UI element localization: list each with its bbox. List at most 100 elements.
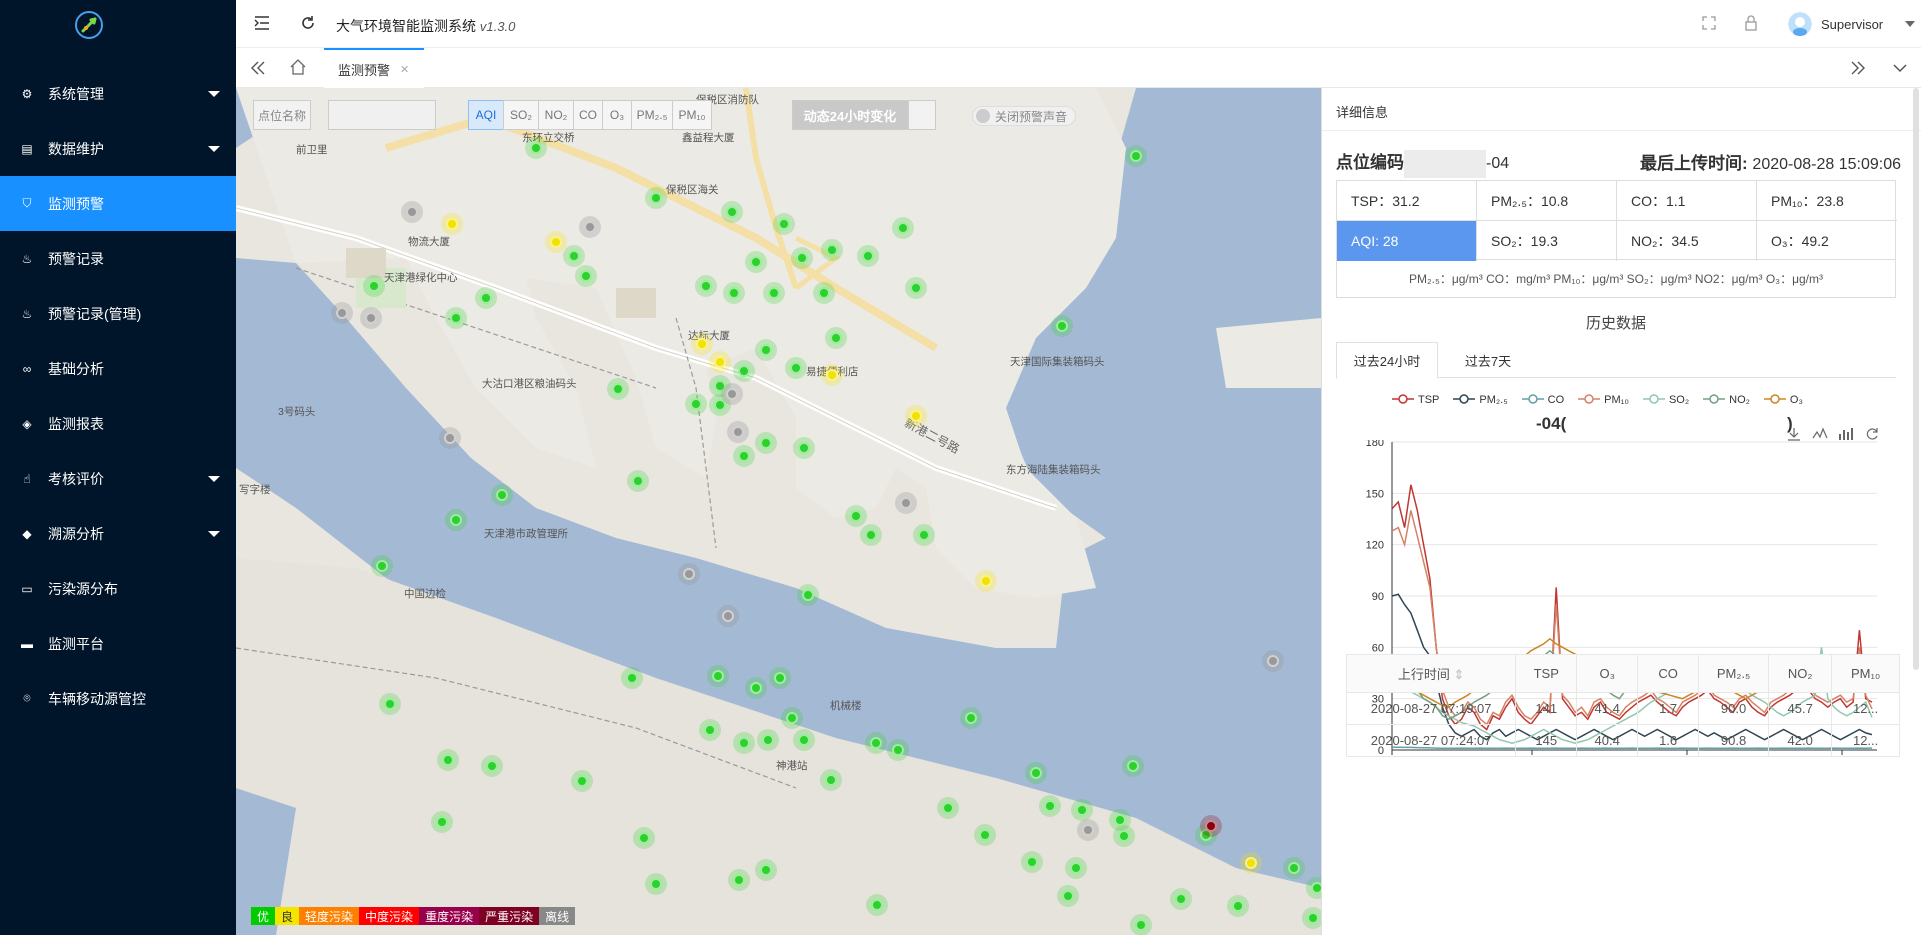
user-dropdown-icon[interactable]	[1905, 21, 1915, 27]
monitoring-site-marker[interactable]	[1306, 877, 1321, 899]
monitoring-site-marker[interactable]	[865, 732, 887, 754]
monitoring-site-marker[interactable]	[691, 333, 713, 355]
monitoring-site-marker[interactable]	[727, 421, 749, 443]
table-row[interactable]: 2020-08-27 07:24:07 145 40.4 1.6 90.8 42.0 12.…	[1345, 724, 1900, 757]
monitoring-site-marker[interactable]	[579, 216, 601, 238]
monitoring-site-marker[interactable]	[645, 873, 667, 895]
chart-legend-item[interactable]: PM₁₀	[1578, 392, 1629, 408]
monitoring-site-marker[interactable]	[1077, 819, 1099, 841]
panel-scrollbar[interactable]	[1913, 88, 1919, 670]
chart-legend-item[interactable]: NO₂	[1703, 392, 1750, 408]
site-name-input[interactable]	[328, 100, 436, 130]
monitoring-site-marker[interactable]	[895, 492, 917, 514]
monitoring-site-marker[interactable]	[563, 245, 585, 267]
pollutant-button[interactable]: NO₂	[538, 100, 574, 130]
user-name[interactable]: Supervisor	[1821, 17, 1883, 32]
monitoring-site-marker[interactable]	[1071, 799, 1093, 821]
monitoring-site-marker[interactable]	[974, 824, 996, 846]
monitoring-site-marker[interactable]	[525, 137, 547, 159]
chart-legend-item[interactable]: O₃	[1763, 392, 1803, 408]
monitoring-site-marker[interactable]	[1227, 895, 1249, 917]
monitoring-site-marker[interactable]	[1122, 755, 1144, 777]
monitoring-site-marker[interactable]	[937, 797, 959, 819]
monitoring-site-marker[interactable]	[575, 265, 597, 287]
monitoring-site-marker[interactable]	[797, 584, 819, 606]
monitoring-site-marker[interactable]	[769, 667, 791, 689]
monitoring-site-marker[interactable]	[437, 749, 459, 771]
tab-past-7d[interactable]: 过去7天	[1438, 342, 1538, 378]
monitoring-site-marker[interactable]	[678, 563, 700, 585]
dynamic-24h-button[interactable]: 动态24小时变化	[792, 100, 908, 130]
monitoring-site-marker[interactable]	[431, 811, 453, 833]
monitoring-site-marker[interactable]	[1283, 857, 1305, 879]
sidebar-item[interactable]: ♨ 预警记录	[0, 231, 236, 286]
sidebar-item[interactable]: ◆ 溯源分析	[0, 506, 236, 561]
monitoring-site-marker[interactable]	[825, 327, 847, 349]
monitoring-site-marker[interactable]	[645, 187, 667, 209]
sidebar-item[interactable]: ♨ 预警记录(管理)	[0, 286, 236, 341]
monitoring-site-marker[interactable]	[905, 405, 927, 427]
monitoring-site-marker[interactable]	[728, 869, 750, 891]
monitoring-site-marker[interactable]	[707, 665, 729, 687]
chart-legend-item[interactable]: CO	[1521, 392, 1564, 408]
menu-fold-icon[interactable]	[254, 15, 270, 31]
monitoring-site-marker[interactable]	[445, 307, 467, 329]
monitoring-site-marker[interactable]	[913, 524, 935, 546]
tabs-menu-icon[interactable]	[1892, 60, 1908, 76]
monitoring-site-marker[interactable]	[717, 605, 739, 627]
home-icon[interactable]	[290, 59, 306, 75]
refresh-icon[interactable]	[300, 15, 316, 31]
sidebar-item[interactable]: ∞ 基础分析	[0, 341, 236, 396]
monitoring-site-marker[interactable]	[773, 213, 795, 235]
sidebar-item[interactable]: ▤ 数据维护	[0, 121, 236, 176]
monitoring-site-marker[interactable]	[1302, 907, 1321, 929]
monitoring-site-marker[interactable]	[709, 351, 731, 373]
monitoring-site-marker[interactable]	[1051, 315, 1073, 337]
monitoring-site-marker[interactable]	[1125, 145, 1147, 167]
monitoring-site-marker[interactable]	[755, 859, 777, 881]
monitoring-site-marker[interactable]	[721, 201, 743, 223]
monitoring-site-marker[interactable]	[1170, 888, 1192, 910]
monitoring-site-marker[interactable]	[1021, 851, 1043, 873]
map-area[interactable]: 保税区消防队东环立交桥前卫里鑫益程大厦保税区海关物流大厦天津港绿化中心达标大厦易…	[236, 88, 1321, 935]
chart-legend-item[interactable]: PM₂.₅	[1453, 392, 1508, 408]
chart-legend-item[interactable]: TSP	[1392, 392, 1439, 408]
monitoring-site-marker[interactable]	[755, 432, 777, 454]
monitoring-site-marker[interactable]	[763, 282, 785, 304]
monitoring-site-marker[interactable]	[441, 213, 463, 235]
monitoring-site-marker[interactable]	[401, 201, 423, 223]
monitoring-site-marker[interactable]	[331, 302, 353, 324]
table-row[interactable]: 2020-08-27 07:19:07 141 41.4 1.7 90.0 45.7 12.…	[1345, 692, 1900, 725]
monitoring-site-marker[interactable]	[887, 739, 909, 761]
monitoring-site-marker[interactable]	[1130, 914, 1152, 935]
table-header-cell[interactable]: 上行时间 ⇕	[1345, 654, 1517, 693]
monitoring-site-marker[interactable]	[545, 231, 567, 253]
monitoring-site-marker[interactable]	[571, 770, 593, 792]
monitoring-site-marker[interactable]	[445, 509, 467, 531]
pollutant-button[interactable]: O₃	[602, 100, 632, 130]
monitoring-site-marker[interactable]	[1057, 885, 1079, 907]
sidebar-item[interactable]: ⌾ 车辆移动源管控	[0, 671, 236, 726]
sidebar-item[interactable]: ◈ 监测报表	[0, 396, 236, 451]
monitoring-site-marker[interactable]	[821, 364, 843, 386]
monitoring-site-marker[interactable]	[733, 360, 755, 382]
alert-sound-toggle[interactable]: 关闭预警声音	[972, 106, 1077, 126]
monitoring-site-marker[interactable]	[866, 894, 888, 916]
monitoring-site-marker[interactable]	[755, 339, 777, 361]
monitoring-site-marker[interactable]	[757, 729, 779, 751]
monitoring-site-marker[interactable]	[733, 445, 755, 467]
monitoring-site-marker[interactable]	[363, 275, 385, 297]
sidebar-item[interactable]: ▭ 污染源分布	[0, 561, 236, 616]
sort-icon[interactable]: ⇕	[1450, 667, 1465, 682]
monitoring-site-marker[interactable]	[845, 505, 867, 527]
monitoring-site-marker[interactable]	[793, 437, 815, 459]
monitoring-site-marker[interactable]	[745, 251, 767, 273]
tabs-scroll-right-icon[interactable]	[1850, 60, 1866, 76]
monitoring-site-marker[interactable]	[627, 470, 649, 492]
monitoring-site-marker[interactable]	[1025, 762, 1047, 784]
chart-legend-item[interactable]: SO₂	[1642, 392, 1689, 408]
monitoring-site-marker[interactable]	[975, 570, 997, 592]
monitoring-site-marker[interactable]	[633, 827, 655, 849]
sidebar-item[interactable]: ☝ 考核评价	[0, 451, 236, 506]
monitoring-site-marker[interactable]	[745, 677, 767, 699]
